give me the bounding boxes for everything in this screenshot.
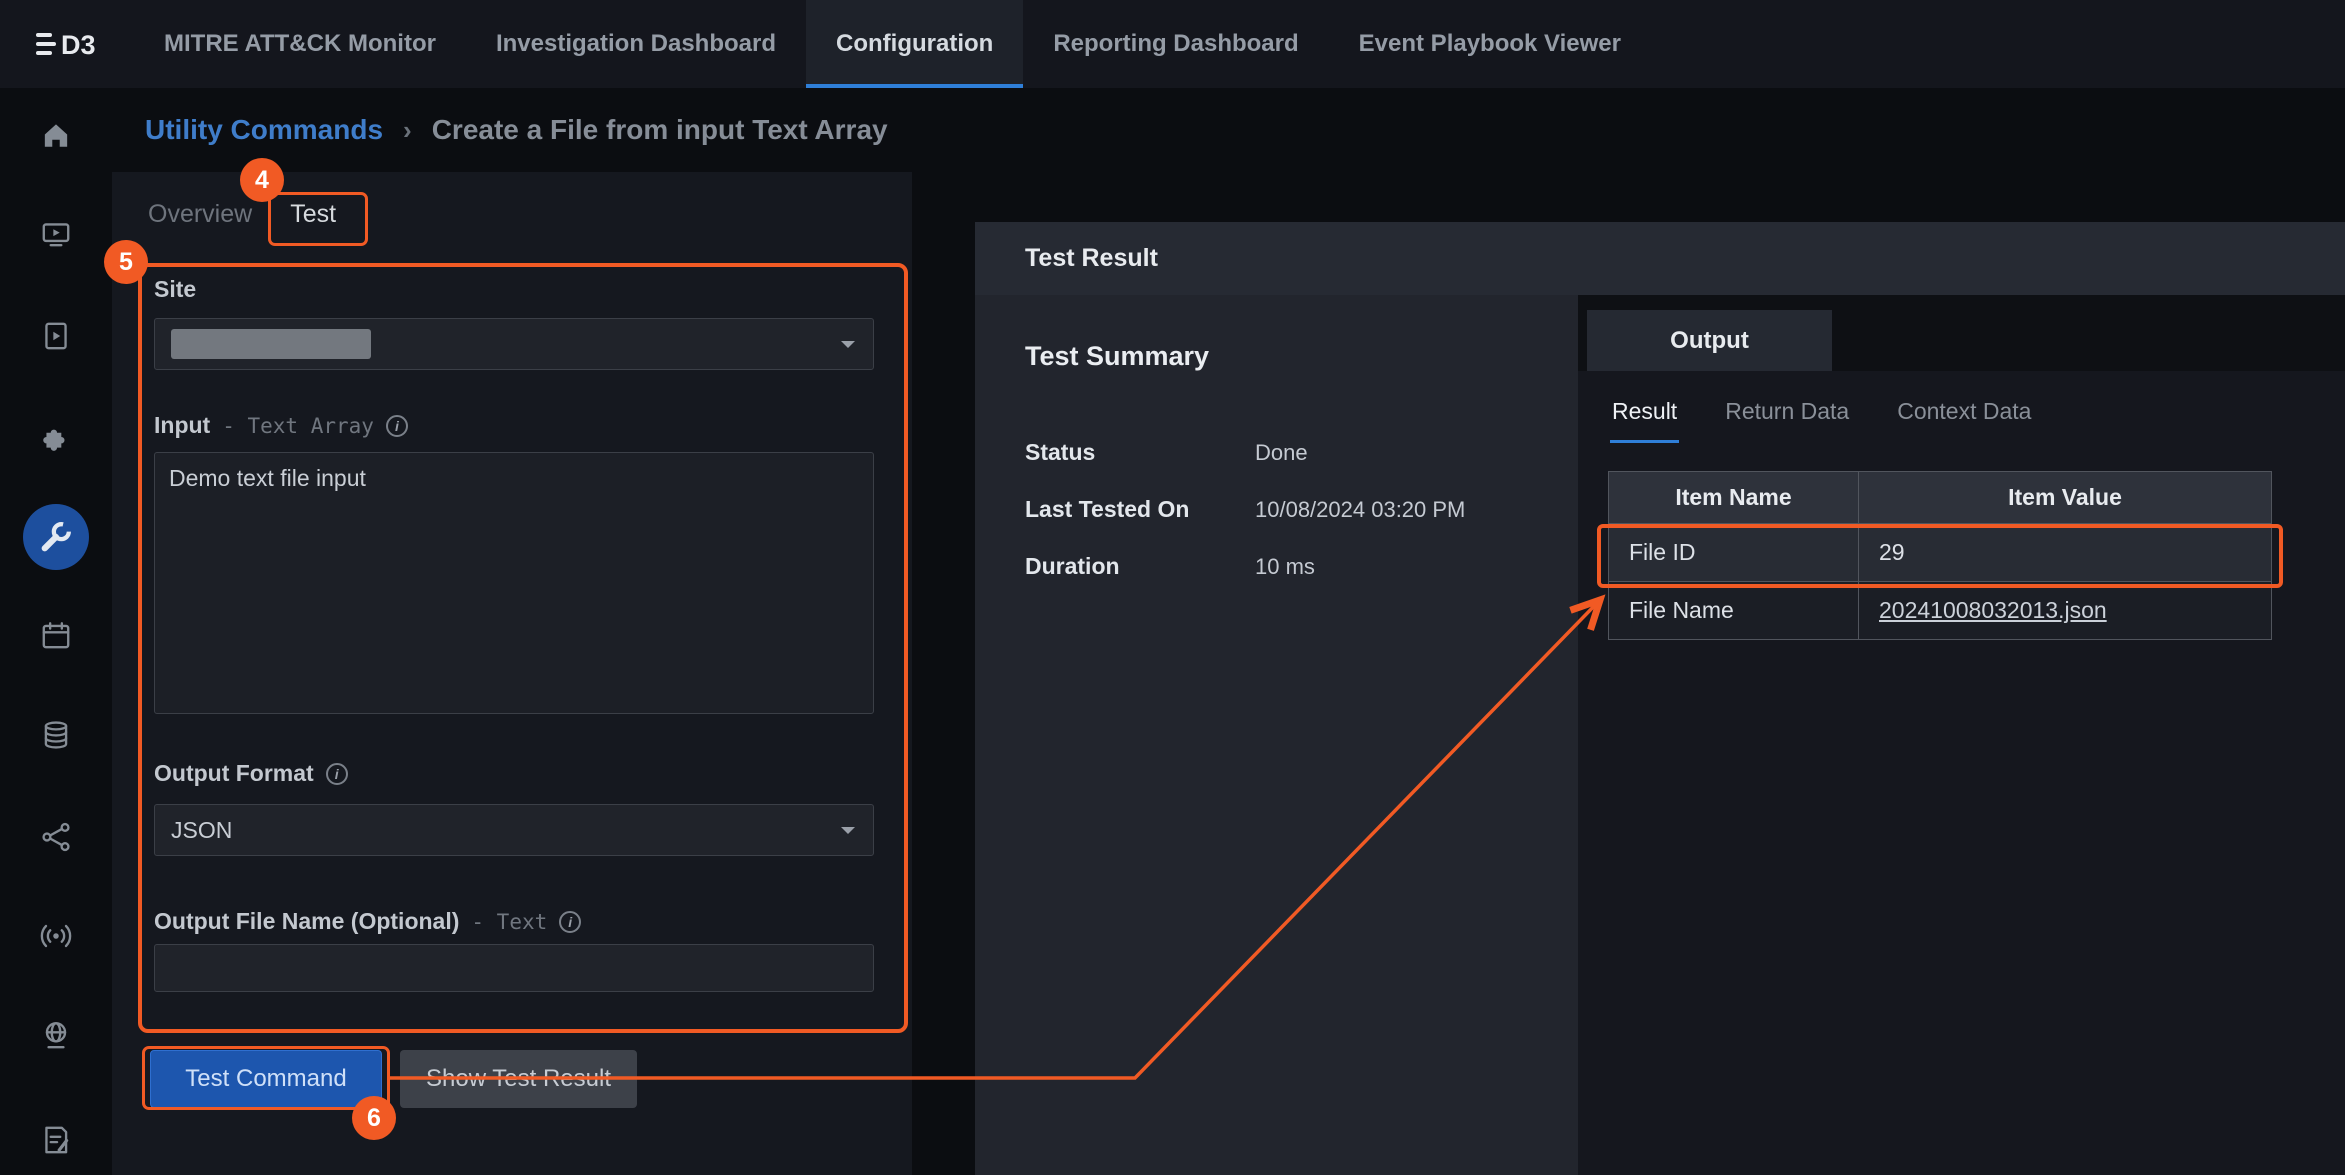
breadcrumb-separator: › — [403, 115, 412, 146]
share-nodes-icon — [39, 820, 73, 854]
subtab-context-data[interactable]: Context Data — [1895, 398, 2033, 443]
tab-test[interactable]: Test — [286, 188, 340, 246]
col-header-item-value: Item Value — [1859, 472, 2272, 524]
summary-row-status: Status Done — [1025, 424, 1578, 481]
input-textarea[interactable]: Demo text file input — [154, 452, 874, 714]
result-table: Item Name Item Value File ID 29 File Nam… — [1608, 471, 2272, 640]
command-tabs: Overview Test — [144, 188, 340, 246]
test-result-panel: Test Result Test Summary Status Done Las… — [975, 222, 2345, 1175]
home-icon — [39, 118, 73, 152]
globe-icon — [39, 1018, 73, 1052]
nav-tab-mitre-attack-monitor[interactable]: MITRE ATT&CK Monitor — [134, 0, 466, 88]
test-summary: Test Summary Status Done Last Tested On … — [975, 295, 1578, 1175]
info-icon[interactable] — [386, 415, 408, 437]
output-format-label: Output Format — [154, 760, 348, 787]
active-icon-circle — [23, 504, 89, 570]
nav-tab-reporting-dashboard[interactable]: Reporting Dashboard — [1023, 0, 1328, 88]
broadcast-icon — [39, 919, 73, 953]
test-summary-title: Test Summary — [1025, 341, 1578, 372]
puzzle-icon — [39, 420, 73, 454]
command-test-panel: Overview Test Site Input - Text Array De… — [112, 172, 912, 1175]
show-test-result-button[interactable]: Show Test Result — [400, 1050, 637, 1108]
input-type-hint: - Text Array — [222, 414, 374, 438]
output-file-name-label: Output File Name (Optional) - Text — [154, 908, 581, 935]
sidebar-item-utility-commands[interactable] — [23, 504, 89, 570]
breadcrumb: Utility Commands › Create a File from in… — [145, 88, 888, 172]
info-icon[interactable] — [559, 911, 581, 933]
svg-text:D3: D3 — [61, 30, 96, 60]
output-section: Output Result Return Data Context Data I… — [1578, 295, 2345, 1175]
output-format-dropdown[interactable]: JSON — [154, 804, 874, 856]
sidebar-item-audit[interactable] — [39, 1123, 73, 1157]
summary-row-duration: Duration 10 ms — [1025, 538, 1578, 595]
tab-output[interactable]: Output — [1587, 310, 1832, 371]
tab-overview[interactable]: Overview — [144, 188, 256, 246]
monitor-play-icon — [39, 217, 73, 251]
nav-tab-configuration[interactable]: Configuration — [806, 0, 1023, 88]
test-result-header: Test Result — [975, 222, 2345, 295]
status-value: Done — [1255, 440, 1308, 466]
breadcrumb-parent-link[interactable]: Utility Commands — [145, 114, 383, 146]
test-actions: Test Command Show Test Result — [150, 1050, 637, 1108]
duration-value: 10 ms — [1255, 554, 1315, 580]
database-icon — [39, 718, 73, 752]
sidebar-item-playbooks[interactable] — [39, 217, 73, 251]
output-file-name-input[interactable] — [154, 944, 874, 992]
d3-logo-icon: D3 — [34, 26, 98, 62]
file-name-link[interactable]: 20241008032013.json — [1879, 597, 2107, 623]
top-nav-tabs: MITRE ATT&CK Monitor Investigation Dashb… — [134, 0, 1651, 88]
sidebar-item-connections[interactable] — [39, 820, 73, 854]
file-id-value: 29 — [1859, 524, 2272, 582]
last-tested-value: 10/08/2024 03:20 PM — [1255, 497, 1465, 523]
calendar-icon — [39, 619, 73, 653]
d3-soar-app: D3 MITRE ATT&CK Monitor Investigation Da… — [0, 0, 2345, 1175]
sidebar-item-integrations[interactable] — [39, 420, 73, 454]
subtab-result[interactable]: Result — [1610, 398, 1679, 443]
sidebar-item-data[interactable] — [39, 718, 73, 752]
summary-row-last-tested: Last Tested On 10/08/2024 03:20 PM — [1025, 481, 1578, 538]
media-play-icon — [39, 319, 73, 353]
site-dropdown[interactable] — [154, 318, 874, 370]
nav-tab-event-playbook-viewer[interactable]: Event Playbook Viewer — [1329, 0, 1651, 88]
sidebar — [0, 90, 112, 1175]
nav-tab-investigation-dashboard[interactable]: Investigation Dashboard — [466, 0, 806, 88]
sidebar-item-schedule[interactable] — [39, 619, 73, 653]
output-format-value: JSON — [171, 817, 232, 844]
sidebar-item-geo[interactable] — [39, 1018, 73, 1052]
table-row-file-id: File ID 29 — [1609, 524, 2272, 582]
site-label: Site — [154, 276, 196, 303]
output-file-name-type-hint: - Text — [471, 910, 547, 934]
d3-logo: D3 — [34, 26, 98, 62]
subtab-return-data[interactable]: Return Data — [1723, 398, 1851, 443]
sidebar-item-media[interactable] — [39, 319, 73, 353]
table-row-file-name: File Name 20241008032013.json — [1609, 582, 2272, 640]
page-title: Create a File from input Text Array — [432, 114, 888, 146]
edit-document-icon — [39, 1123, 73, 1157]
site-selected-value-redacted — [171, 329, 371, 359]
test-command-button[interactable]: Test Command — [150, 1050, 382, 1108]
info-icon[interactable] — [326, 763, 348, 785]
col-header-item-name: Item Name — [1609, 472, 1859, 524]
sidebar-item-home[interactable] — [39, 118, 73, 152]
top-nav: D3 MITRE ATT&CK Monitor Investigation Da… — [0, 0, 2345, 88]
wrench-icon — [37, 518, 75, 556]
output-subtabs: Result Return Data Context Data — [1578, 371, 2345, 443]
input-label: Input - Text Array — [154, 412, 408, 439]
sidebar-item-broadcast[interactable] — [39, 919, 73, 953]
